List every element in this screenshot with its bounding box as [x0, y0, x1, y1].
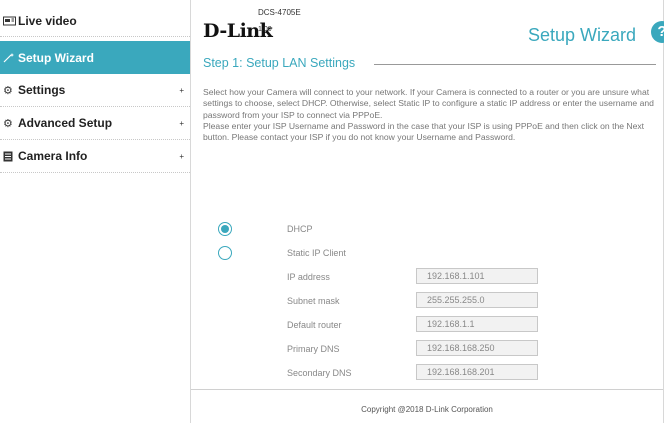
static-ip-radio[interactable] [218, 246, 232, 260]
primary-dns-field[interactable] [416, 340, 538, 356]
dhcp-radio[interactable] [218, 222, 232, 236]
dhcp-label: DHCP [287, 224, 313, 234]
footer-copyright: Copyright @2018 D-Link Corporation [361, 405, 493, 414]
sidebar-item-live-video[interactable]: Live video [0, 6, 190, 37]
sidebar-item-camera-info[interactable]: Camera Info + [0, 140, 190, 173]
subnet-mask-field[interactable] [416, 292, 538, 308]
sidebar-item-label: Advanced Setup [18, 116, 113, 130]
page-title: Setup Wizard [527, 25, 636, 45]
step-description: Select how your Camera will connect to y… [203, 87, 659, 143]
subnet-mask-label: Subnet mask [287, 296, 340, 306]
sidebar-divider [190, 0, 191, 423]
sidebar: Live video Setup Wizard ⚙ Settings + ⚙ A… [0, 0, 190, 423]
model-name: DCS-4705E [258, 8, 301, 17]
default-router-label: Default router [287, 320, 342, 330]
help-icon[interactable]: ? [651, 21, 664, 43]
step-title-rule [374, 64, 656, 65]
sidebar-item-label: Settings [18, 83, 66, 97]
ip-address-label: IP address [287, 272, 330, 282]
gear-icon: ⚙ [3, 84, 13, 97]
expand-icon[interactable]: + [179, 152, 184, 161]
document-icon [0, 151, 18, 162]
sidebar-item-settings[interactable]: ⚙ Settings + [0, 74, 190, 107]
sidebar-item-label: Live video [18, 14, 77, 28]
advanced-gear-icon: ⚙ [3, 117, 13, 130]
static-ip-label: Static IP Client [287, 248, 346, 258]
sidebar-item-advanced-setup[interactable]: ⚙ Advanced Setup + [0, 107, 190, 140]
wizard-icon [0, 52, 18, 63]
secondary-dns-field[interactable] [416, 364, 538, 380]
sidebar-item-label: Setup Wizard [18, 50, 94, 65]
footer-divider [191, 389, 663, 390]
sidebar-item-label: Camera Info [18, 149, 88, 163]
firmware-version: 1.00 [258, 26, 272, 33]
video-icon [0, 16, 18, 26]
ip-address-field[interactable] [416, 268, 538, 284]
description-paragraph: Select how your Camera will connect to y… [203, 87, 654, 120]
expand-icon[interactable]: + [179, 119, 184, 128]
description-paragraph: Please enter your ISP Username and Passw… [203, 120, 645, 143]
step-title: Step 1: Setup LAN Settings [203, 56, 356, 70]
sidebar-item-setup-wizard[interactable]: Setup Wizard [0, 41, 190, 74]
default-router-field[interactable] [416, 316, 538, 332]
expand-icon[interactable]: + [179, 86, 184, 95]
secondary-dns-label: Secondary DNS [287, 368, 352, 378]
primary-dns-label: Primary DNS [287, 344, 340, 354]
